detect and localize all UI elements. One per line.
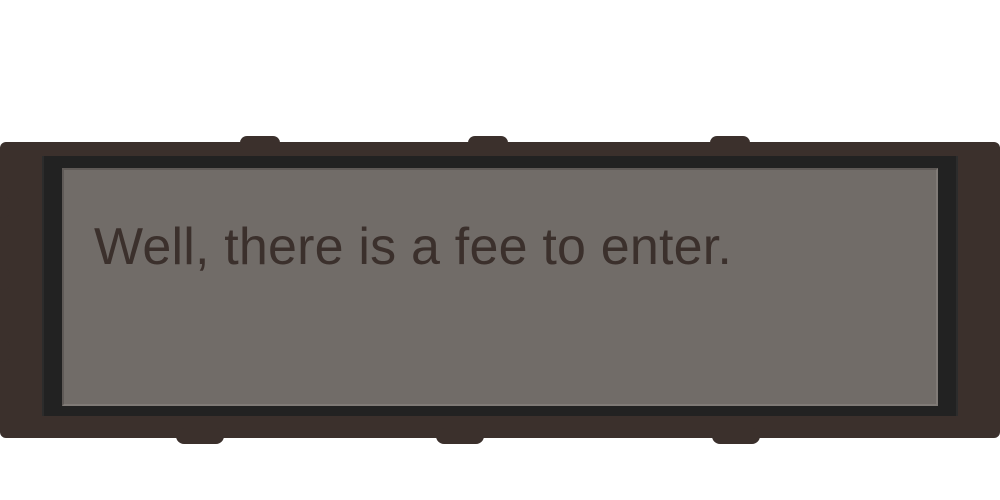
frame-peg: [710, 136, 750, 150]
frame-peg: [240, 136, 280, 150]
frame-peg: [176, 428, 224, 444]
frame-peg: [990, 200, 1000, 222]
frame-peg: [712, 428, 760, 444]
game-scene: Well, there is a fee to enter.: [0, 0, 1000, 500]
dialog-text: Well, there is a fee to enter.: [94, 218, 733, 276]
frame-peg: [990, 272, 1000, 294]
dialog-box[interactable]: [62, 168, 938, 406]
frame-peg: [0, 340, 10, 362]
frame-peg: [990, 344, 1000, 366]
frame-peg: [0, 196, 10, 218]
frame-peg: [436, 428, 484, 444]
frame-peg: [468, 136, 508, 150]
frame-peg: [0, 268, 10, 290]
